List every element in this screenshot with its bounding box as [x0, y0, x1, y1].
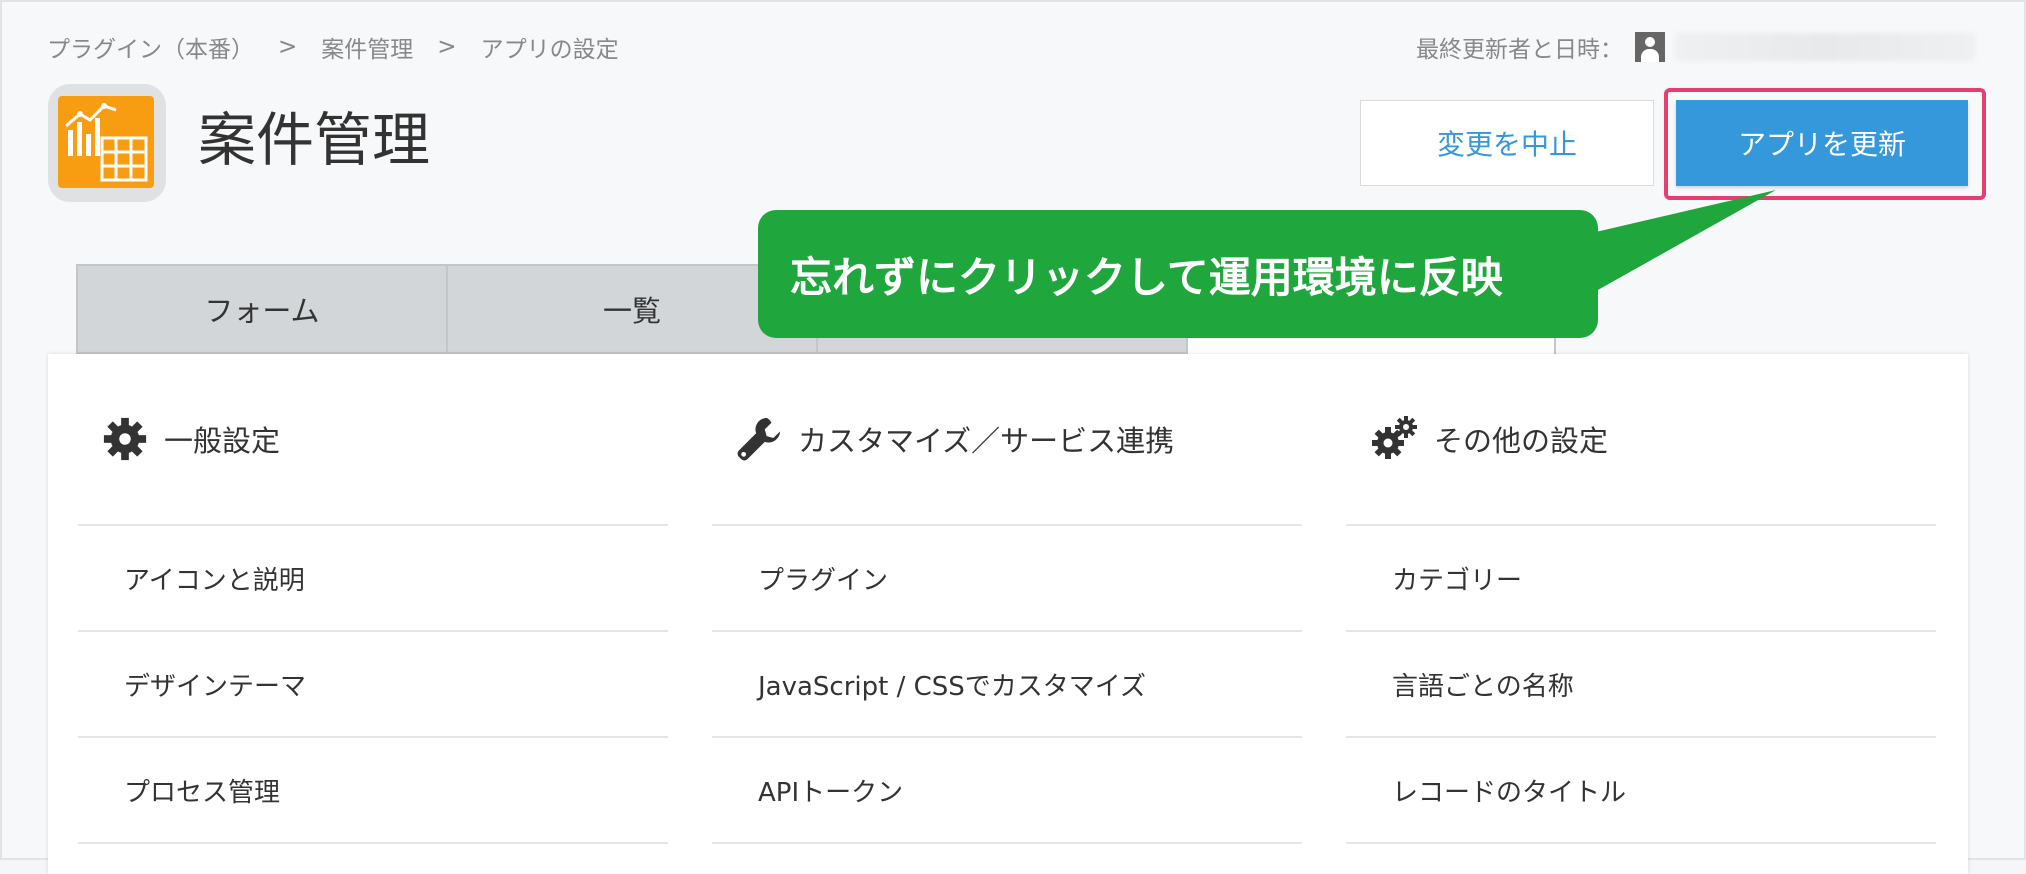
settings-link-record-title[interactable]: レコードのタイトル [1346, 738, 1936, 844]
breadcrumb-item-current: アプリの設定 [480, 37, 619, 63]
settings-link-js-css[interactable]: JavaScript / CSSでカスタマイズ [712, 632, 1302, 738]
breadcrumb-item-space[interactable]: プラグイン（本番） [47, 30, 254, 64]
settings-link-process-management[interactable]: プロセス管理 [78, 738, 668, 844]
breadcrumb-separator: > [278, 34, 298, 60]
cancel-changes-button[interactable]: 変更を中止 [1360, 100, 1654, 186]
column-general: 一般設定 アイコンと説明 デザインテーマ プロセス管理 [78, 354, 668, 844]
settings-link-category[interactable]: カテゴリー [1346, 526, 1936, 632]
section-header-other: その他の設定 [1346, 354, 1936, 526]
settings-panel: 一般設定 アイコンと説明 デザインテーマ プロセス管理 カスタマイズ／サービス連… [48, 354, 1968, 874]
tab-form[interactable]: フォーム [76, 264, 446, 354]
breadcrumb: プラグイン（本番） > 案件管理 > アプリの設定 [47, 30, 619, 64]
breadcrumb-item-app[interactable]: 案件管理 [321, 30, 413, 64]
settings-link-localization[interactable]: 言語ごとの名称 [1346, 632, 1936, 738]
last-updated-info: 最終更新者と日時： [1416, 30, 1975, 64]
update-app-button[interactable]: アプリを更新 [1676, 100, 1968, 186]
callout-text: 忘れずにクリックして運用環境に反映 [790, 252, 1503, 302]
last-updated-label: 最終更新者と日時： [1416, 37, 1623, 63]
section-header-customize: カスタマイズ／サービス連携 [712, 354, 1302, 526]
gear-icon [103, 417, 147, 461]
gears-icon [1372, 416, 1417, 459]
wrench-icon [737, 417, 781, 461]
section-header-general: 一般設定 [78, 354, 668, 526]
user-icon [1635, 32, 1665, 62]
settings-link-design-theme[interactable]: デザインテーマ [78, 632, 668, 738]
section-title: カスタマイズ／サービス連携 [798, 424, 1175, 458]
settings-link-plugins[interactable]: プラグイン [712, 526, 1302, 632]
column-other: その他の設定 カテゴリー 言語ごとの名称 レコードのタイトル [1346, 354, 1936, 844]
column-customize: カスタマイズ／サービス連携 プラグイン JavaScript / CSSでカスタ… [712, 354, 1302, 844]
section-title: 一般設定 [164, 424, 281, 458]
settings-link-icon-description[interactable]: アイコンと説明 [78, 526, 668, 632]
redacted-user-name [1675, 33, 1975, 61]
breadcrumb-separator: > [437, 34, 457, 60]
section-title: その他の設定 [1434, 424, 1609, 458]
settings-link-api-token[interactable]: APIトークン [712, 738, 1302, 844]
page-title: 案件管理 [198, 106, 431, 174]
chart-table-icon [65, 103, 148, 182]
app-icon [48, 84, 166, 202]
callout-annotation: 忘れずにクリックして運用環境に反映 [758, 210, 1598, 338]
